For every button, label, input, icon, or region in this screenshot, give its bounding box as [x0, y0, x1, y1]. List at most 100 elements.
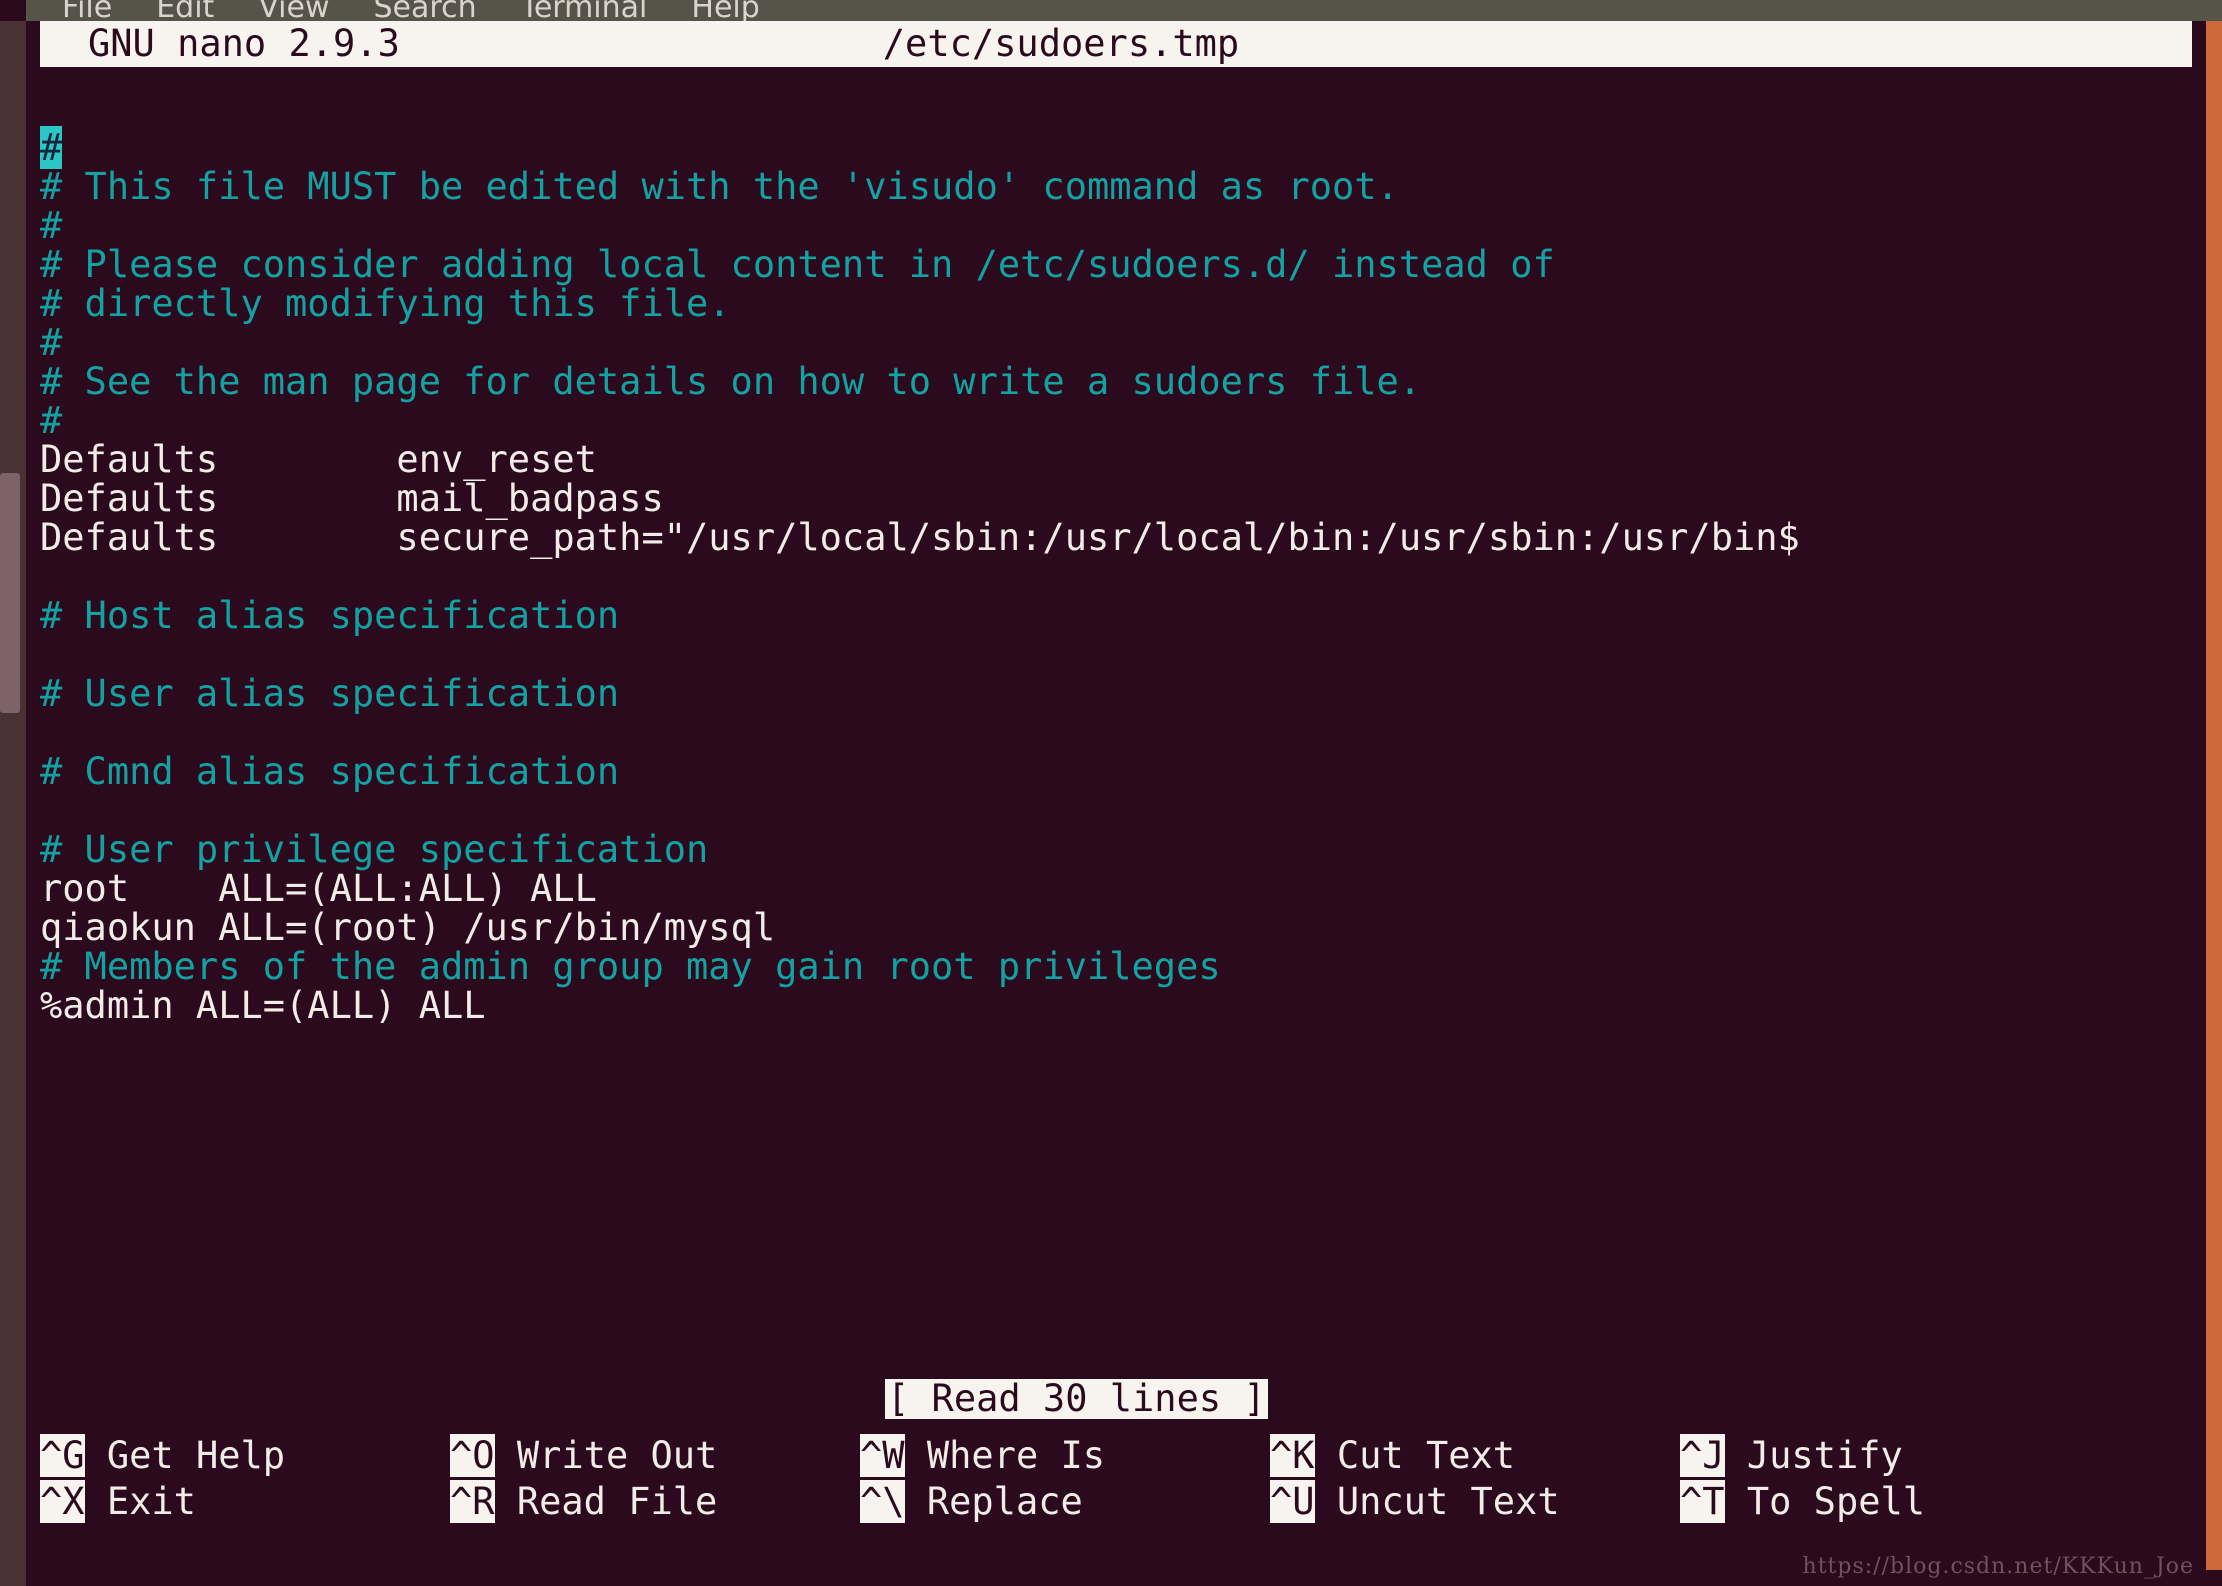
shortcut-key: ^\ — [860, 1480, 905, 1523]
shortcut-label: Read File — [494, 1480, 718, 1523]
nano-editor[interactable]: GNU nano 2.9.3 /etc/sudoers.tmp # # This … — [26, 21, 2206, 1586]
code-line-text: # Host alias specification — [40, 594, 620, 637]
code-line-text: # directly modifying this file. — [40, 282, 731, 325]
shortcut-key: ^G — [40, 1434, 85, 1477]
code-line[interactable] — [40, 713, 2206, 752]
shortcut-read-file[interactable]: ^R Read File — [450, 1479, 860, 1525]
nano-text-area[interactable]: # # This file MUST be edited with the 'vi… — [40, 89, 2206, 1379]
code-line[interactable]: # — [40, 126, 2206, 169]
code-line-text: Defaults mail_badpass — [40, 477, 664, 520]
menu-item-edit[interactable]: Edit — [156, 0, 214, 21]
shortcut-key: ^R — [450, 1480, 495, 1523]
code-line[interactable]: # Host alias specification — [40, 596, 2206, 635]
nano-filename: /etc/sudoers.tmp — [882, 22, 1240, 65]
terminal-scrollbar-thumb[interactable] — [2206, 21, 2222, 1570]
code-line[interactable]: # Members of the admin group may gain ro… — [40, 947, 2206, 986]
code-line[interactable]: # User alias specification — [40, 674, 2206, 713]
code-line[interactable]: # This file MUST be edited with the 'vis… — [40, 167, 2206, 206]
code-line[interactable]: # — [40, 206, 2206, 245]
code-line-text: root ALL=(ALL:ALL) ALL — [40, 867, 597, 910]
code-line-text: Defaults env_reset — [40, 438, 597, 481]
code-line[interactable]: # — [40, 323, 2206, 362]
text-cursor: # — [40, 126, 63, 169]
code-line[interactable]: # directly modifying this file. — [40, 284, 2206, 323]
terminal-scrollbar[interactable] — [2206, 21, 2222, 1586]
shortcut-key: ^X — [40, 1480, 85, 1523]
shortcut-key: ^J — [1680, 1434, 1725, 1477]
menu-item-view[interactable]: View — [258, 0, 329, 21]
shortcut-label: Replace — [904, 1480, 1083, 1523]
status-message: [ Read 30 lines ] — [885, 1377, 1268, 1420]
shortcut-get-help[interactable]: ^G Get Help — [40, 1433, 450, 1479]
code-line[interactable] — [40, 635, 2206, 674]
code-line-text: # — [40, 399, 63, 442]
shortcut-where-is[interactable]: ^W Where Is — [860, 1433, 1270, 1479]
code-line[interactable]: # Please consider adding local content i… — [40, 245, 2206, 284]
code-line[interactable]: Defaults secure_path="/usr/local/sbin:/u… — [40, 518, 2206, 557]
code-line-text: # Cmnd alias specification — [40, 750, 620, 793]
shortcut-label: Uncut Text — [1314, 1480, 1560, 1523]
code-line[interactable]: # — [40, 401, 2206, 440]
shortcut-row-1: ^G Get Help ^O Write Out ^W Where Is ^K Cut… — [40, 1433, 2206, 1479]
shortcut-label: Write Out — [494, 1434, 718, 1477]
code-line-text: # Members of the admin group may gain ro… — [40, 945, 1221, 988]
code-line-text: # — [40, 204, 63, 247]
nano-status-line: [ Read 30 lines ] — [40, 1379, 2206, 1419]
shortcut-label: Exit — [84, 1480, 196, 1523]
line-continuation-marker: $ — [1777, 516, 1800, 559]
menu-item-search[interactable]: Search — [374, 0, 477, 21]
shortcut-key: ^T — [1680, 1480, 1725, 1523]
nano-shortcut-bar: ^G Get Help ^O Write Out ^W Where Is ^K Cut… — [40, 1433, 2206, 1525]
nano-title-bar: GNU nano 2.9.3 /etc/sudoers.tmp — [40, 21, 2192, 67]
watermark: https://blog.csdn.net/KKKun_Joe — [1802, 1554, 2194, 1579]
menu-item-help[interactable]: Help — [691, 0, 759, 21]
left-scrollbar-thumb[interactable] — [0, 473, 20, 713]
terminal-window: File Edit View Search Terminal Help GNU … — [0, 0, 2222, 1586]
shortcut-uncut-text[interactable]: ^U Uncut Text — [1270, 1479, 1680, 1525]
code-line-text: # Please consider adding local content i… — [40, 243, 1555, 286]
code-line[interactable]: # See the man page for details on how to… — [40, 362, 2206, 401]
code-line[interactable]: qiaokun ALL=(root) /usr/bin/mysql — [40, 908, 2206, 947]
code-line[interactable]: # Cmnd alias specification — [40, 752, 2206, 791]
code-line[interactable]: Defaults env_reset — [40, 440, 2206, 479]
code-line-text: # — [40, 321, 63, 364]
code-line-text: qiaokun ALL=(root) /usr/bin/mysql — [40, 906, 776, 949]
code-line-text: # User alias specification — [40, 672, 620, 715]
shortcut-label: To Spell — [1724, 1480, 1926, 1523]
code-line-text: %admin ALL=(ALL) ALL — [40, 984, 486, 1027]
code-line[interactable]: Defaults mail_badpass — [40, 479, 2206, 518]
shortcut-cut-text[interactable]: ^K Cut Text — [1270, 1433, 1680, 1479]
code-line[interactable]: # User privilege specification — [40, 830, 2206, 869]
shortcut-exit[interactable]: ^X Exit — [40, 1479, 450, 1525]
code-line-text: # See the man page for details on how to… — [40, 360, 1422, 403]
shortcut-label: Justify — [1724, 1434, 1903, 1477]
shortcut-key: ^K — [1270, 1434, 1315, 1477]
menu-bar: File Edit View Search Terminal Help — [26, 0, 2222, 21]
shortcut-label: Get Help — [84, 1434, 286, 1477]
menu-item-terminal[interactable]: Terminal — [521, 0, 648, 21]
shortcut-replace[interactable]: ^\ Replace — [860, 1479, 1270, 1525]
code-line-text: # User privilege specification — [40, 828, 709, 871]
code-line[interactable]: root ALL=(ALL:ALL) ALL — [40, 869, 2206, 908]
shortcut-key: ^U — [1270, 1480, 1315, 1523]
shortcut-label: Cut Text — [1314, 1434, 1516, 1477]
shortcut-to-spell[interactable]: ^T To Spell — [1680, 1479, 2090, 1525]
window-left-frame — [0, 21, 26, 1586]
shortcut-key: ^O — [450, 1434, 495, 1477]
code-line[interactable] — [40, 791, 2206, 830]
menu-item-file[interactable]: File — [62, 0, 112, 21]
code-line[interactable] — [40, 89, 2206, 128]
shortcut-row-2: ^X Exit ^R Read File ^\ Replace ^U Uncut Te… — [40, 1479, 2206, 1525]
shortcut-justify[interactable]: ^J Justify — [1680, 1433, 2090, 1479]
code-line[interactable]: %admin ALL=(ALL) ALL — [40, 986, 2206, 1025]
shortcut-label: Where Is — [904, 1434, 1106, 1477]
code-line[interactable] — [40, 557, 2206, 596]
code-line-text: # This file MUST be edited with the 'vis… — [40, 165, 1399, 208]
shortcut-write-out[interactable]: ^O Write Out — [450, 1433, 860, 1479]
code-line-text: Defaults secure_path="/usr/local/sbin:/u… — [40, 516, 1778, 559]
shortcut-key: ^W — [860, 1434, 905, 1477]
